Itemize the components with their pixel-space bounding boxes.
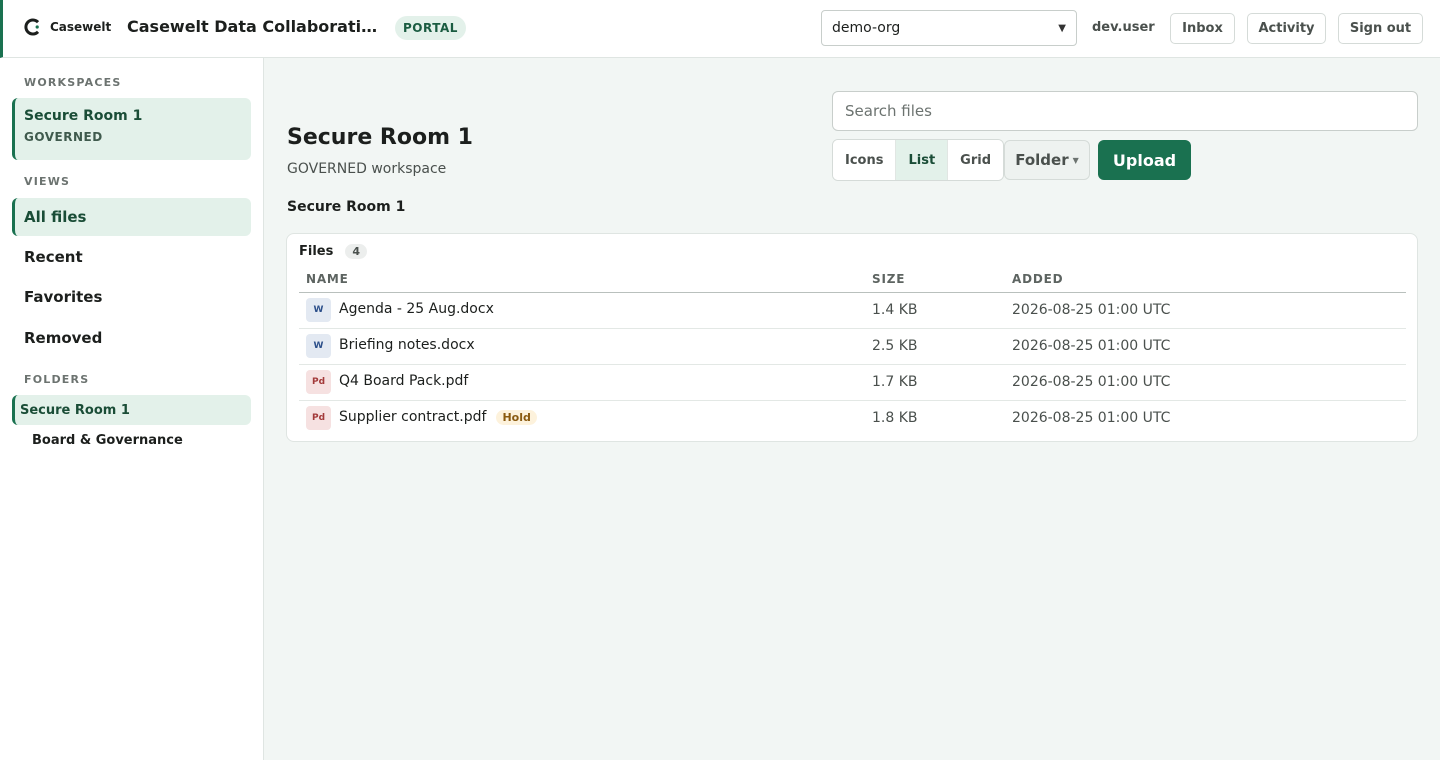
table-row[interactable]: W Briefing notes.docx 2.5 KB 2026-08-25 … — [299, 329, 1406, 365]
files-count-badge: 4 — [345, 244, 368, 259]
column-size[interactable]: SIZE — [872, 272, 905, 286]
file-name-cell: Agenda - 25 Aug.docx — [339, 301, 494, 317]
view-icons-button[interactable]: Icons — [833, 140, 897, 180]
file-added: 2026-08-25 01:00 UTC — [1012, 410, 1171, 426]
page-subtitle: GOVERNED workspace — [287, 161, 447, 177]
current-user[interactable]: dev.user — [1092, 20, 1155, 35]
breadcrumb[interactable]: Secure Room 1 — [287, 199, 405, 215]
files-header: Files 4 — [299, 244, 368, 259]
folder-secure-room-1[interactable]: Secure Room 1 — [12, 395, 251, 425]
workspace-name: Secure Room 1 — [24, 108, 143, 124]
view-mode-toggle: Icons List Grid — [832, 139, 1005, 181]
inbox-button[interactable]: Inbox — [1170, 13, 1235, 44]
table-row[interactable]: Pd Supplier contract.pdf Hold 1.8 KB 202… — [299, 401, 1406, 437]
chevron-down-icon: ▼ — [1058, 22, 1066, 34]
file-size: 1.4 KB — [872, 302, 918, 318]
sign-out-button[interactable]: Sign out — [1338, 13, 1423, 44]
file-name-cell: Q4 Board Pack.pdf — [339, 373, 468, 389]
nav-recent[interactable]: Recent — [12, 238, 251, 276]
upload-button[interactable]: Upload — [1098, 140, 1191, 180]
caret-down-icon: ▼ — [1072, 155, 1079, 165]
column-added[interactable]: ADDED — [1012, 272, 1063, 286]
file-added: 2026-08-25 01:00 UTC — [1012, 302, 1171, 318]
app-title: Casewelt Data Collaboration Portal — [127, 17, 379, 36]
logo-text: Casewelt — [50, 20, 112, 34]
file-name[interactable]: Supplier contract.pdf — [339, 409, 486, 425]
views-heading: VIEWS — [24, 175, 71, 188]
nav-all-files[interactable]: All files — [12, 198, 251, 236]
workspace-type: GOVERNED — [24, 130, 103, 144]
workspace-card[interactable]: Secure Room 1 GOVERNED — [12, 98, 251, 160]
column-name[interactable]: NAME — [306, 272, 349, 286]
folder-board-governance[interactable]: Board & Governance — [12, 425, 251, 455]
file-size: 1.8 KB — [872, 410, 918, 426]
nav-removed[interactable]: Removed — [12, 319, 251, 357]
file-name-cell: Briefing notes.docx — [339, 337, 475, 353]
word-file-icon: W — [306, 298, 331, 322]
file-size: 1.7 KB — [872, 374, 918, 390]
file-added: 2026-08-25 01:00 UTC — [1012, 338, 1171, 354]
file-name[interactable]: Briefing notes.docx — [339, 337, 475, 353]
pdf-file-icon: Pd — [306, 370, 331, 394]
folder-menu-button[interactable]: Folder ▼ — [1004, 140, 1090, 180]
pdf-file-icon: Pd — [306, 406, 331, 430]
activity-button[interactable]: Activity — [1247, 13, 1326, 44]
file-name[interactable]: Agenda - 25 Aug.docx — [339, 301, 494, 317]
folder-button-label: Folder — [1015, 151, 1069, 169]
file-name[interactable]: Q4 Board Pack.pdf — [339, 373, 468, 389]
search-input[interactable] — [832, 91, 1418, 131]
files-panel: Files 4 NAME SIZE ADDED W Agenda - 25 Au… — [286, 233, 1418, 442]
casewelt-logo-icon — [24, 18, 42, 36]
folders-heading: FOLDERS — [24, 373, 90, 386]
files-heading: Files — [299, 244, 334, 259]
file-name-cell: Supplier contract.pdf Hold — [339, 409, 537, 425]
org-select[interactable]: demo-org ▼ — [821, 10, 1077, 46]
org-select-value: demo-org — [832, 20, 901, 36]
file-added: 2026-08-25 01:00 UTC — [1012, 374, 1171, 390]
portal-badge: PORTAL — [395, 16, 466, 40]
file-size: 2.5 KB — [872, 338, 918, 354]
top-header: Casewelt Casewelt Data Collaboration Por… — [0, 0, 1440, 58]
table-row[interactable]: Pd Q4 Board Pack.pdf 1.7 KB 2026-08-25 0… — [299, 365, 1406, 401]
workspaces-heading: WORKSPACES — [24, 76, 122, 89]
hold-badge: Hold — [496, 409, 537, 425]
view-list-button[interactable]: List — [896, 140, 949, 180]
word-file-icon: W — [306, 334, 331, 358]
table-row[interactable]: W Agenda - 25 Aug.docx 1.4 KB 2026-08-25… — [299, 293, 1406, 329]
table-header: NAME SIZE ADDED — [299, 272, 1406, 293]
brand-logo[interactable]: Casewelt — [24, 18, 111, 36]
view-grid-button[interactable]: Grid — [948, 140, 1004, 180]
sidebar: WORKSPACES Secure Room 1 GOVERNED VIEWS … — [0, 58, 264, 760]
nav-favorites[interactable]: Favorites — [12, 278, 251, 316]
page-title: Secure Room 1 — [287, 125, 473, 150]
